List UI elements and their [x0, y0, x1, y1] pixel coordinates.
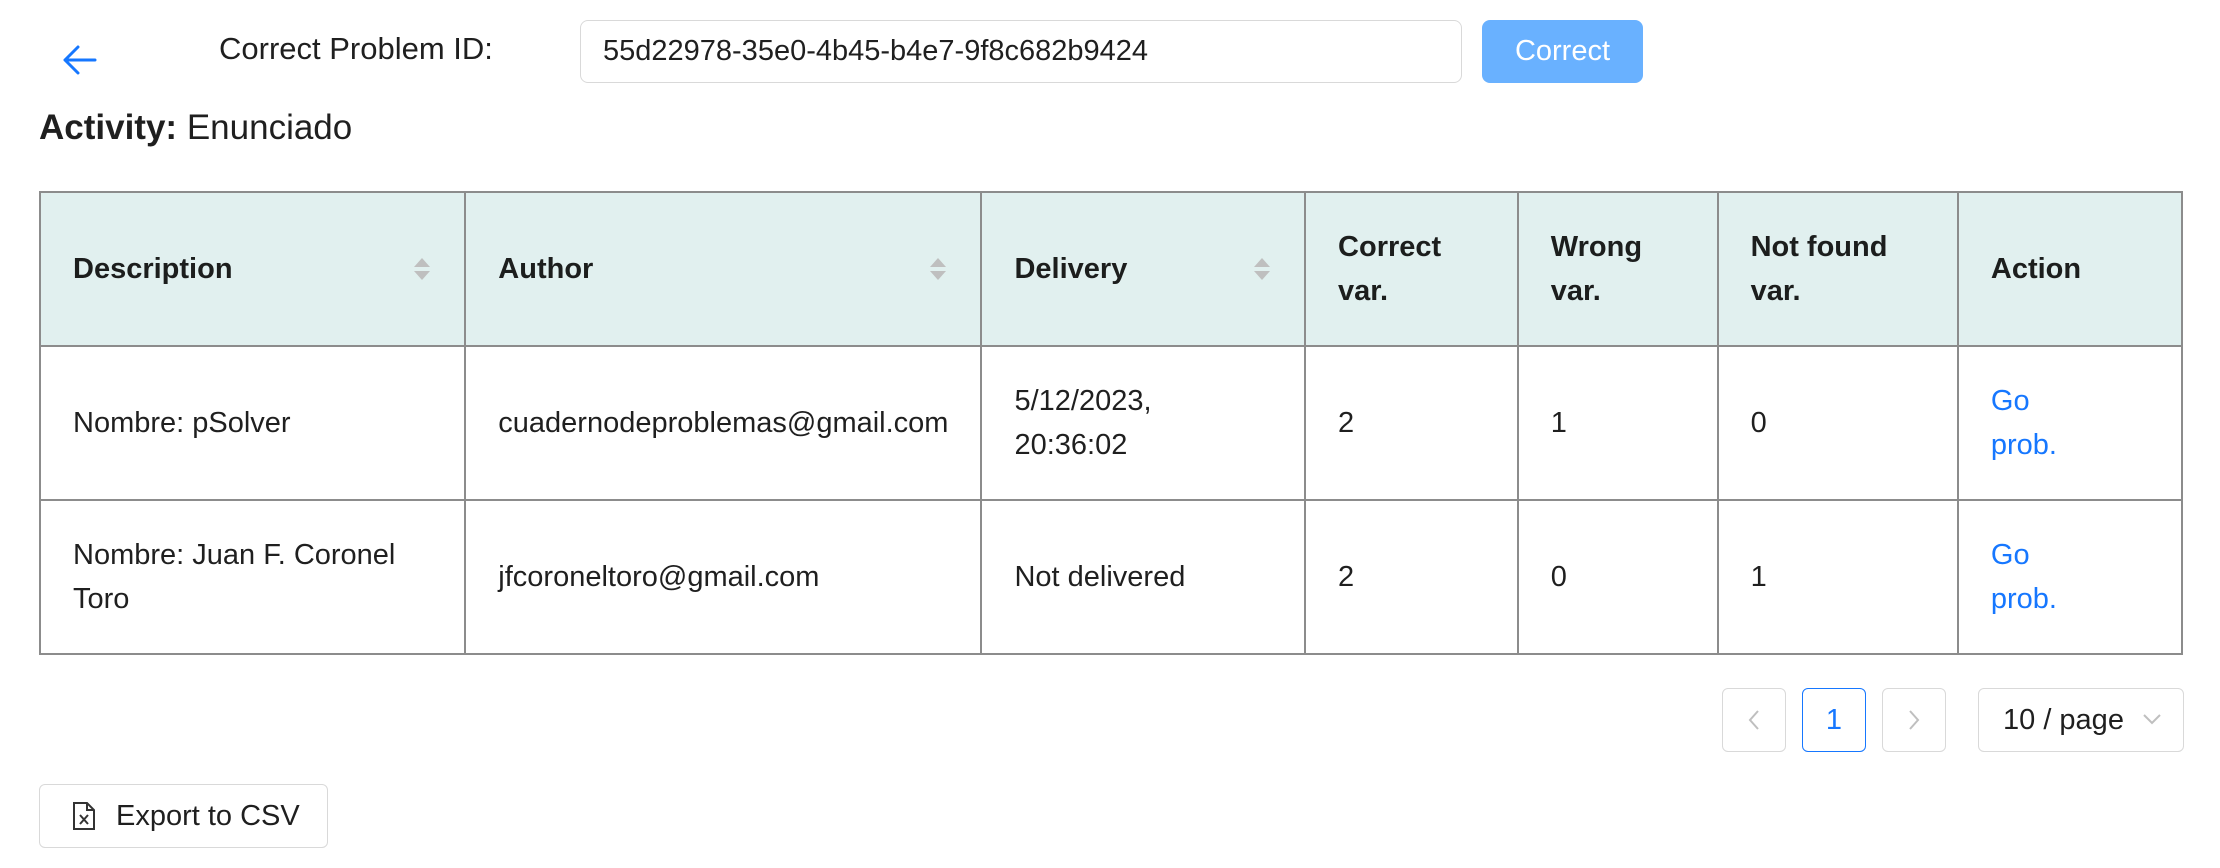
table-row: Nombre: Juan F. Coronel Toro jfcoronelto… [38, 499, 2184, 655]
activity-heading: Activity: Enunciado [39, 108, 352, 148]
column-header-action: Action [1956, 191, 2184, 347]
chevron-left-icon [1748, 710, 1759, 730]
cell-not-found-var: 0 [1716, 345, 1959, 501]
problem-id-input[interactable] [580, 20, 1462, 83]
cell-delivery: Not delivered [980, 499, 1307, 655]
arrow-left-icon [63, 45, 97, 75]
column-header-correct-var: Correct var. [1304, 191, 1519, 347]
cell-description: Nombre: pSolver [38, 345, 467, 501]
back-button[interactable] [56, 40, 104, 80]
cell-author: cuadernodeproblemas@gmail.com [464, 345, 983, 501]
submissions-table: Description Author Delivery Correct var.… [38, 191, 2184, 655]
activity-label: Activity: [39, 108, 178, 147]
cell-not-found-var: 1 [1716, 499, 1959, 655]
page: Correct Problem ID: Correct Activity: En… [0, 0, 2220, 868]
activity-value: Enunciado [186, 108, 353, 147]
export-csv-label: Export to CSV [116, 799, 300, 832]
cell-author: jfcoroneltoro@gmail.com [464, 499, 983, 655]
table-row: Nombre: pSolver cuadernodeproblemas@gmai… [38, 345, 2184, 501]
column-header-wrong-var: Wrong var. [1516, 191, 1719, 347]
go-prob-link[interactable]: Go prob. [1991, 385, 2057, 461]
correct-button[interactable]: Correct [1482, 20, 1643, 83]
cell-correct-var: 2 [1304, 499, 1519, 655]
cell-delivery: 5/12/2023, 20:36:02 [980, 345, 1307, 501]
file-excel-icon [73, 802, 95, 830]
column-header-description[interactable]: Description [38, 191, 467, 347]
sort-icon[interactable] [930, 258, 947, 280]
pagination-prev-button[interactable] [1722, 688, 1786, 752]
pagination-page-1[interactable]: 1 [1802, 688, 1866, 752]
chevron-down-icon [2143, 714, 2161, 725]
cell-correct-var: 2 [1304, 345, 1519, 501]
cell-wrong-var: 1 [1516, 345, 1719, 501]
column-header-author[interactable]: Author [464, 191, 983, 347]
page-size-select[interactable]: 10 / page [1978, 688, 2184, 752]
cell-action: Go prob. [1956, 499, 2184, 655]
column-header-not-found-var: Not found var. [1716, 191, 1959, 347]
cell-action: Go prob. [1956, 345, 2184, 501]
pagination-next-button[interactable] [1882, 688, 1946, 752]
go-prob-link[interactable]: Go prob. [1991, 539, 2057, 615]
sort-icon[interactable] [1254, 258, 1271, 280]
cell-wrong-var: 0 [1516, 499, 1719, 655]
page-size-value: 10 / page [2003, 703, 2124, 736]
chevron-right-icon [1909, 710, 1920, 730]
table-header-row: Description Author Delivery Correct var.… [38, 191, 2184, 347]
export-csv-button[interactable]: Export to CSV [39, 784, 328, 848]
problem-id-label: Correct Problem ID: [219, 31, 493, 66]
cell-description: Nombre: Juan F. Coronel Toro [38, 499, 467, 655]
sort-icon[interactable] [414, 258, 431, 280]
column-header-delivery[interactable]: Delivery [980, 191, 1307, 347]
